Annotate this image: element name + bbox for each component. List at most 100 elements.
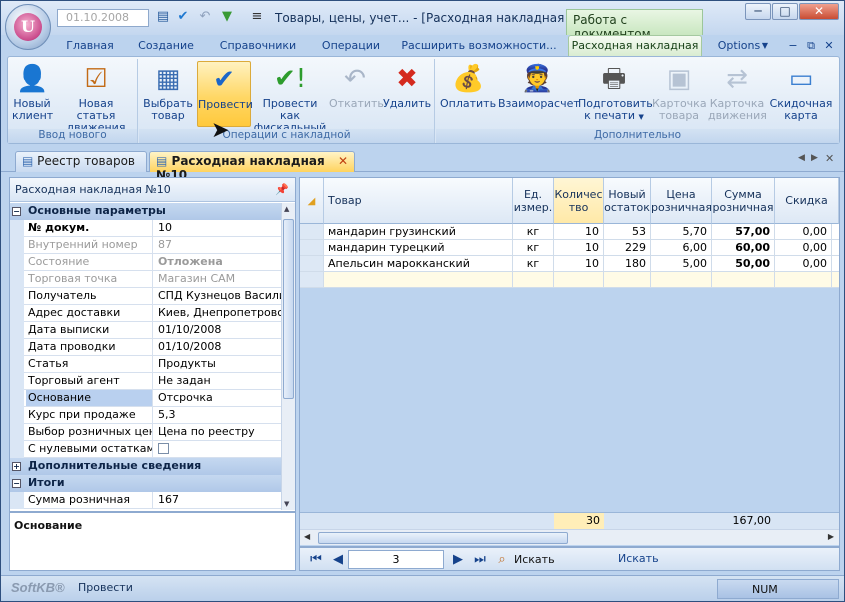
search-binoculars-icon[interactable]: ⌕	[494, 552, 510, 568]
scroll-thumb[interactable]	[318, 532, 568, 544]
tab-products-registry[interactable]: ▤ Реестр товаров	[15, 151, 147, 172]
property-row[interactable]: Состояние Отложена	[10, 254, 281, 271]
zero-stock-checkbox[interactable]	[158, 443, 169, 454]
check-icon[interactable]: ✔	[175, 9, 191, 25]
property-row[interactable]: Внутренний номер 87	[10, 237, 281, 254]
rollback-button[interactable]: ↶ Откатить	[329, 61, 384, 127]
tab-home[interactable]: Главная	[61, 37, 119, 55]
new-row[interactable]	[300, 272, 839, 288]
property-row[interactable]: Получатель СПД Кузнецов Василий	[10, 288, 281, 305]
restore-doc-icon[interactable]: ⧉	[805, 37, 817, 55]
post-fiscal-button[interactable]: ✔! Провести как фискальный	[253, 61, 327, 134]
property-row[interactable]: Дата проводки 01/10/2008	[10, 339, 281, 356]
product-card-button[interactable]: ▣ Карточка товара	[652, 61, 707, 127]
property-row[interactable]: Дата выписки 01/10/2008	[10, 322, 281, 339]
col-retail-sum[interactable]: Сумма розничная	[712, 178, 775, 224]
property-row[interactable]: № докум. 10	[10, 220, 281, 237]
date-field[interactable]: 01.10.2008	[57, 9, 149, 27]
col-quantity[interactable]: Количество	[554, 178, 604, 224]
agent-icon: 👮	[521, 64, 554, 94]
collapse-icon[interactable]: −	[12, 479, 21, 488]
tab-scroll-right-icon[interactable]: ▶	[811, 153, 818, 163]
property-row[interactable]: Торговый агент Не задан	[10, 373, 281, 390]
expand-icon[interactable]: +	[12, 462, 21, 471]
close-tab-icon[interactable]: ✕	[338, 154, 348, 168]
tabs-close-icon[interactable]: ✕	[825, 152, 834, 165]
tab-operations[interactable]: Операции	[313, 37, 389, 55]
discount-card-button[interactable]: ▭ Скидочная карта	[768, 61, 834, 127]
col-unit[interactable]: Ед. измер.	[513, 178, 554, 224]
property-row[interactable]: Курс при продаже 5,3	[10, 407, 281, 424]
prev-record-icon[interactable]: ◀	[330, 552, 346, 568]
pin-icon[interactable]: 📌	[275, 183, 289, 196]
table-row[interactable]: мандарин грузинский кг 10 53 5,70 57,00 …	[300, 224, 839, 240]
print-prepare-button[interactable]: 🖶 Подготовить к печати ▼	[578, 61, 653, 127]
minimize-button[interactable]: ─	[745, 3, 771, 20]
app-window: 01.10.2008 ▤ ✔ ↶ ▼ ≡ Товары, цены, учет.…	[0, 0, 845, 602]
property-row-selected[interactable]: Основание Отсрочка	[10, 390, 281, 407]
context-tab-header: Работа с документом	[566, 9, 703, 41]
tab-create[interactable]: Создание	[131, 37, 201, 55]
row-indicator-header: ◢	[300, 178, 324, 224]
list-icon[interactable]: ▤	[155, 9, 171, 25]
horizontal-scrollbar[interactable]: ◀ ▶	[300, 529, 839, 545]
section-extra-info[interactable]: + Дополнительные сведения	[10, 458, 281, 475]
maximize-button[interactable]: □	[772, 3, 798, 20]
table-row[interactable]: мандарин турецкий кг 10 229 6,00 60,00 0…	[300, 240, 839, 256]
col-product[interactable]: Товар	[324, 178, 513, 224]
tab-sales-invoice[interactable]: Расходная накладная	[568, 35, 702, 56]
scroll-right-icon[interactable]: ▶	[828, 532, 834, 541]
select-product-button[interactable]: ▦ Выбрать товар	[143, 61, 193, 127]
record-number-field[interactable]: 3	[348, 550, 444, 569]
movement-card-button[interactable]: ⇄ Карточка движения	[708, 61, 767, 127]
last-record-icon[interactable]: ⏭	[472, 552, 488, 568]
scroll-up-icon[interactable]: ▲	[284, 205, 289, 213]
property-row[interactable]: Выбор розничных цен Цена по реестру	[10, 424, 281, 441]
delete-x-icon: ✖	[396, 64, 418, 94]
next-record-icon[interactable]: ▶	[450, 552, 466, 568]
scroll-thumb[interactable]	[283, 219, 294, 399]
tab-scroll-left-icon[interactable]: ◀	[798, 153, 805, 163]
section-totals[interactable]: − Итоги	[10, 475, 281, 492]
pay-button[interactable]: 💰 Оплатить	[440, 61, 496, 127]
app-menu-button[interactable]: U	[5, 4, 51, 50]
status-bar: SoftKB® Провести NUM	[1, 575, 844, 601]
col-new-stock[interactable]: Новый остаток	[604, 178, 651, 224]
group-label: Ввод нового	[8, 129, 137, 143]
filter-icon[interactable]: ▼	[219, 9, 235, 25]
property-row[interactable]: С нулевыми остатками	[10, 441, 281, 458]
search-link[interactable]: Искать	[618, 552, 659, 565]
ribbon-collapse-icon[interactable]: −	[787, 37, 799, 55]
delete-button[interactable]: ✖ Удалить	[383, 61, 431, 127]
property-row[interactable]: Сумма розничная 167	[10, 492, 281, 509]
panel-scrollbar[interactable]: ▲ ▼	[281, 203, 295, 510]
table-row[interactable]: Апельсин марокканский кг 10 180 5,00 50,…	[300, 256, 839, 272]
tab-options[interactable]: Options	[711, 37, 767, 55]
options-dropdown-icon[interactable]: ▼	[760, 37, 770, 55]
scroll-down-icon[interactable]: ▼	[284, 500, 289, 508]
property-row[interactable]: Статья Продукты	[10, 356, 281, 373]
description-label: Основание	[14, 519, 83, 532]
property-row[interactable]: Торговая точка Магазин САМ	[10, 271, 281, 288]
scroll-left-icon[interactable]: ◀	[304, 532, 310, 541]
tab-extend[interactable]: Расширить возможности...	[399, 37, 559, 55]
col-discount[interactable]: Скидка	[775, 178, 839, 224]
document-tabs: ▤ Реестр товаров ▤ Расходная накладная №…	[1, 148, 844, 182]
close-button[interactable]: ✕	[799, 3, 839, 20]
group-label: Операции с накладной	[139, 129, 434, 143]
new-client-button[interactable]: 👤 Новый клиент	[12, 61, 53, 127]
grid-icon: ▤	[22, 154, 34, 168]
new-movement-article-button[interactable]: ☑ Новая статья движения	[58, 61, 134, 134]
collapse-icon[interactable]: −	[12, 207, 21, 216]
section-main-params[interactable]: − Основные параметры	[10, 203, 281, 220]
col-retail-price[interactable]: Цена розничная	[651, 178, 712, 224]
undo-icon[interactable]: ↶	[197, 9, 213, 25]
close-doc-icon[interactable]: ✕	[823, 37, 835, 55]
property-row[interactable]: Адрес доставкиКиев, Днепропетровская	[10, 305, 281, 322]
qat-dropdown-icon[interactable]: ≡	[249, 9, 265, 25]
mutual-settlement-button[interactable]: 👮 Взаиморасчет	[498, 61, 580, 127]
tab-references[interactable]: Справочники	[213, 37, 303, 55]
tab-sales-invoice-doc[interactable]: ▤ Расходная накладная №10 ✕	[149, 151, 355, 182]
ribbon-tabs: Главная Создание Справочники Операции Ра…	[1, 35, 844, 55]
first-record-icon[interactable]: ⏮	[308, 552, 324, 568]
